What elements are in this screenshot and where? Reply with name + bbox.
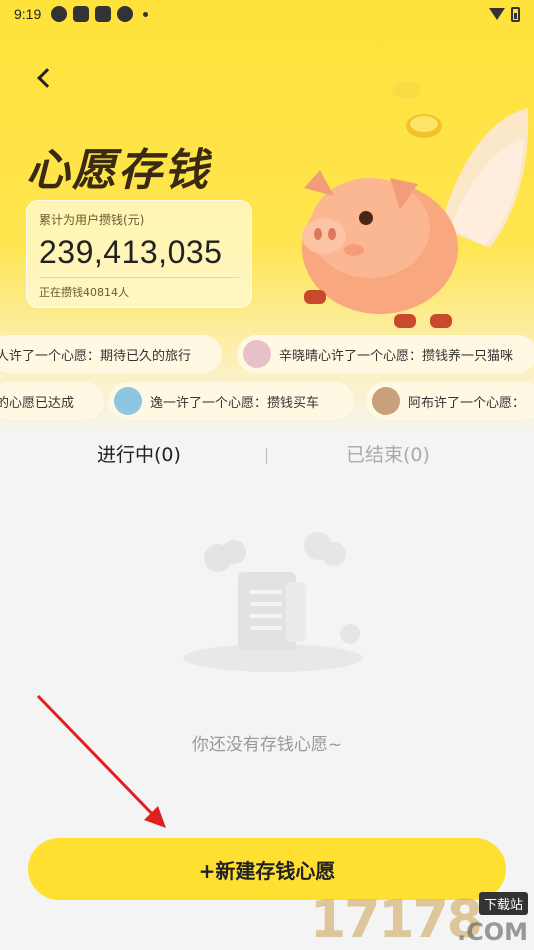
wish-chip[interactable]: 辛晓晴心许了一个心愿：攒钱养一只猫咪 (237, 335, 534, 373)
wish-chip-text: 的心愿已达成 (0, 395, 75, 411)
avatar (114, 387, 142, 415)
avatar (372, 387, 400, 415)
tab-ended[interactable]: 已结束(0) (346, 440, 430, 467)
notification-icon (95, 6, 112, 22)
wifi-icon (489, 8, 505, 20)
wish-chip[interactable]: 阿布许了一个心愿： (366, 382, 534, 420)
wish-chip-text: 人许了一个心愿：期待已久的旅行 (0, 348, 192, 364)
wish-chip-text: 辛晓晴心许了一个心愿：攒钱养一只猫咪 (279, 348, 514, 364)
status-tabs: 进行中(0) 已结束(0) (0, 440, 534, 474)
wish-ticker-row: 人许了一个心愿：期待已久的旅行 辛晓晴心许了一个心愿：攒钱养一只猫咪 (0, 335, 534, 373)
more-notifications-icon (143, 11, 149, 17)
empty-document-icon (183, 532, 363, 672)
wish-chip[interactable]: 逸一许了一个心愿：攒钱买车 (108, 382, 354, 420)
wish-chip-text: 阿布许了一个心愿： (408, 395, 526, 411)
flying-pig-illustration (302, 81, 529, 328)
wish-ticker-row: 的心愿已达成 逸一许了一个心愿：攒钱买车 阿布许了一个心愿： (0, 382, 534, 420)
watermark-number: 17178 (310, 890, 483, 950)
notification-icon (51, 6, 68, 22)
stats-participants: 正在攒钱40814人 (39, 286, 129, 299)
watermark-tag: 下载站 (478, 892, 528, 915)
wish-chip-text: 逸一许了一个心愿：攒钱买车 (150, 395, 320, 411)
savings-stats-card: 累计为用户攒钱(元) 239,413,035 正在攒钱40814人 (26, 200, 252, 308)
battery-icon (511, 6, 520, 22)
wish-chip[interactable]: 人许了一个心愿：期待已久的旅行 (0, 335, 222, 373)
page-title: 心愿存钱 (26, 145, 210, 196)
back-button[interactable] (26, 60, 62, 96)
divider (39, 277, 239, 278)
stats-label: 累计为用户攒钱(元) (39, 213, 145, 227)
wish-chip[interactable]: 的心愿已达成 (0, 382, 104, 420)
notification-icon (73, 6, 90, 22)
annotation-arrow-icon (36, 694, 166, 828)
avatar (243, 340, 271, 368)
tab-divider (266, 448, 267, 464)
site-watermark: 17178 下载站 .COM (310, 890, 534, 950)
status-time: 9:19 (14, 6, 42, 22)
chevron-left-icon (37, 68, 57, 88)
status-bar: 9:19 (0, 0, 534, 28)
watermark-suffix: .COM (456, 918, 528, 946)
tab-in-progress[interactable]: 进行中(0) (97, 440, 181, 467)
stats-total: 239,413,035 (39, 234, 223, 270)
notification-icon (117, 6, 134, 22)
